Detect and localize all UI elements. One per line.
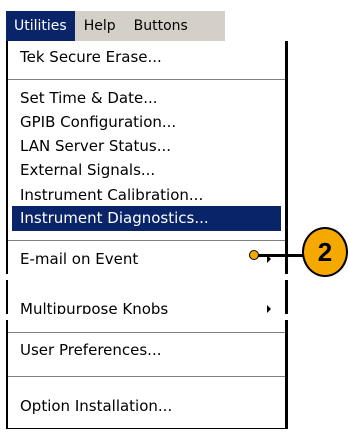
menu-item-tek-secure-erase[interactable]: Tek Secure Erase... [12,45,281,69]
menu-item-user-preferences[interactable]: User Preferences... [12,338,281,362]
menu-cut-gap [0,274,349,280]
chevron-right-icon [267,305,271,313]
menu-bar: Utilities Help Buttons [6,11,225,41]
menu-utilities[interactable]: Utilities [6,11,75,41]
utilities-dropdown-menu: Tek Secure Erase... Set Time & Date... G… [6,41,288,429]
menu-item-option-installation[interactable]: Option Installation... [12,394,281,418]
menu-item-email-on-event[interactable]: E-mail on Event [12,247,281,271]
menu-item-lan-server-status[interactable]: LAN Server Status... [12,134,281,158]
menu-buttons[interactable]: Buttons [125,11,197,41]
callout-step-badge: 2 [302,227,348,277]
menu-item-instrument-diagnostics[interactable]: Instrument Diagnostics... [12,206,281,231]
menu-help[interactable]: Help [75,11,125,41]
menu-separator [8,79,285,80]
menu-separator [8,332,285,333]
callout-dot [249,250,259,260]
menu-item-gpib-configuration[interactable]: GPIB Configuration... [12,110,281,134]
menu-item-set-time-date[interactable]: Set Time & Date... [12,86,281,110]
menu-item-label: E-mail on Event [20,250,139,268]
menu-item-instrument-calibration[interactable]: Instrument Calibration... [12,183,281,207]
menu-item-external-signals[interactable]: External Signals... [12,158,281,182]
menu-cut-gap [0,314,349,320]
menu-separator [8,240,285,241]
menu-separator [8,376,285,377]
